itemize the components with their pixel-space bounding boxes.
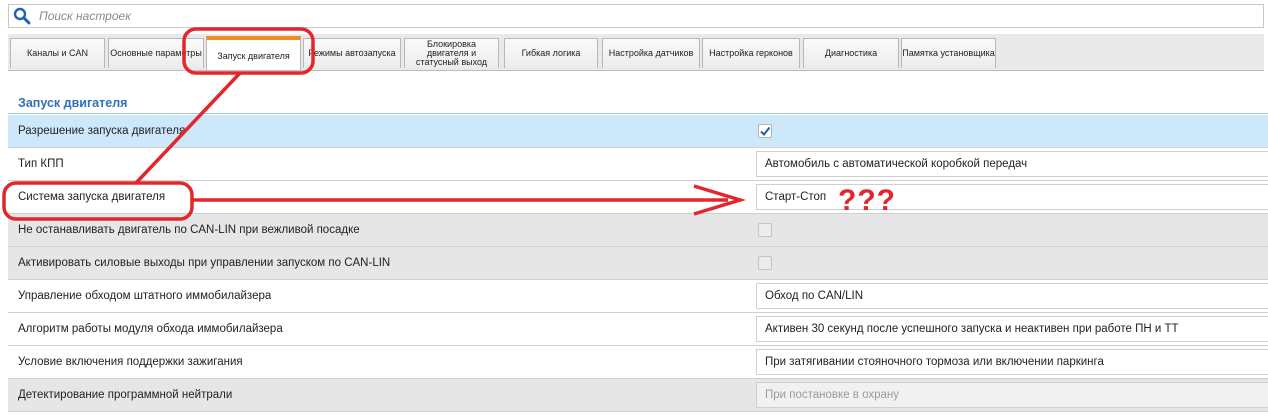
tab-reed-settings[interactable]: Настройка герконов <box>702 38 800 68</box>
setting-row-software-neutral[interactable]: Детектирование программной нейтрали При … <box>8 379 1268 412</box>
setting-label: Управление обходом штатного иммобилайзер… <box>18 290 272 302</box>
setting-label: Система запуска двигателя <box>18 191 166 203</box>
engine-start-enable-checkbox[interactable] <box>758 124 772 138</box>
start-system-select[interactable]: Старт-Стоп <box>756 184 1268 210</box>
tab-engine-start[interactable]: Запуск двигателя <box>206 36 301 70</box>
settings-page: Каналы и CAN Основные параметры Запуск д… <box>0 0 1268 416</box>
setting-row-transmission-type[interactable]: Тип КПП Автомобиль с автоматической коро… <box>8 148 1268 181</box>
setting-row-start-system[interactable]: Система запуска двигателя Старт-Стоп <box>8 181 1268 214</box>
checkmark-icon <box>760 126 771 137</box>
tab-installer-memo[interactable]: Памятка установщика <box>901 38 996 68</box>
tab-flexible-logic[interactable]: Гибкая логика <box>504 38 598 68</box>
search-input[interactable] <box>37 8 641 24</box>
setting-row-power-outputs-can-lin[interactable]: Активировать силовые выходы при управлен… <box>8 247 1268 280</box>
setting-label: Алгоритм работы модуля обхода иммобилайз… <box>18 323 283 335</box>
software-neutral-select[interactable]: При постановке в охрану <box>756 382 1268 408</box>
section-divider <box>8 113 1268 114</box>
tab-sensor-settings[interactable]: Настройка датчиков <box>602 38 700 68</box>
tab-engine-blocking[interactable]: Блокировка двигателя и статусный выход <box>404 38 499 68</box>
ignition-support-select[interactable]: При затягивании стояночного тормоза или … <box>756 349 1268 375</box>
tab-bar: Каналы и CAN Основные параметры Запуск д… <box>8 34 1264 71</box>
setting-label: Разрешение запуска двигателя <box>18 125 186 137</box>
setting-label: Не останавливать двигатель по CAN-LIN пр… <box>18 224 360 236</box>
setting-row-bypass-algorithm[interactable]: Алгоритм работы модуля обхода иммобилайз… <box>8 313 1268 346</box>
setting-row-immobilizer-bypass[interactable]: Управление обходом штатного иммобилайзер… <box>8 280 1268 313</box>
setting-row-no-stop-courtesy[interactable]: Не останавливать двигатель по CAN-LIN пр… <box>8 214 1268 247</box>
setting-label: Условие включения поддержки зажигания <box>18 356 243 368</box>
setting-row-ignition-support[interactable]: Условие включения поддержки зажигания Пр… <box>8 346 1268 379</box>
question-marks-annotation: ??? <box>838 184 896 217</box>
search-icon[interactable] <box>11 5 33 27</box>
transmission-type-select[interactable]: Автомобиль с автоматической коробкой пер… <box>756 151 1268 177</box>
tab-channels-can[interactable]: Каналы и CAN <box>10 38 105 68</box>
no-stop-courtesy-checkbox[interactable] <box>758 223 772 237</box>
section-title: Запуск двигателя <box>18 96 128 110</box>
bypass-algorithm-select[interactable]: Активен 30 секунд после успешного запуск… <box>756 316 1268 342</box>
power-outputs-can-lin-checkbox[interactable] <box>758 256 772 270</box>
tab-autostart-modes[interactable]: Режимы автозапуска <box>303 38 401 68</box>
search-bar <box>8 4 1264 28</box>
setting-label: Активировать силовые выходы при управлен… <box>18 257 391 269</box>
setting-label: Детектирование программной нейтрали <box>18 389 233 401</box>
settings-table: Разрешение запуска двигателя Тип КПП Авт… <box>8 115 1268 412</box>
setting-row-engine-start-enable[interactable]: Разрешение запуска двигателя <box>8 115 1268 148</box>
tab-diagnostics[interactable]: Диагностика <box>803 38 899 68</box>
setting-label: Тип КПП <box>18 158 64 170</box>
immobilizer-bypass-select[interactable]: Обход по CAN/LIN <box>756 283 1268 309</box>
tab-main-params[interactable]: Основные параметры <box>108 38 204 68</box>
